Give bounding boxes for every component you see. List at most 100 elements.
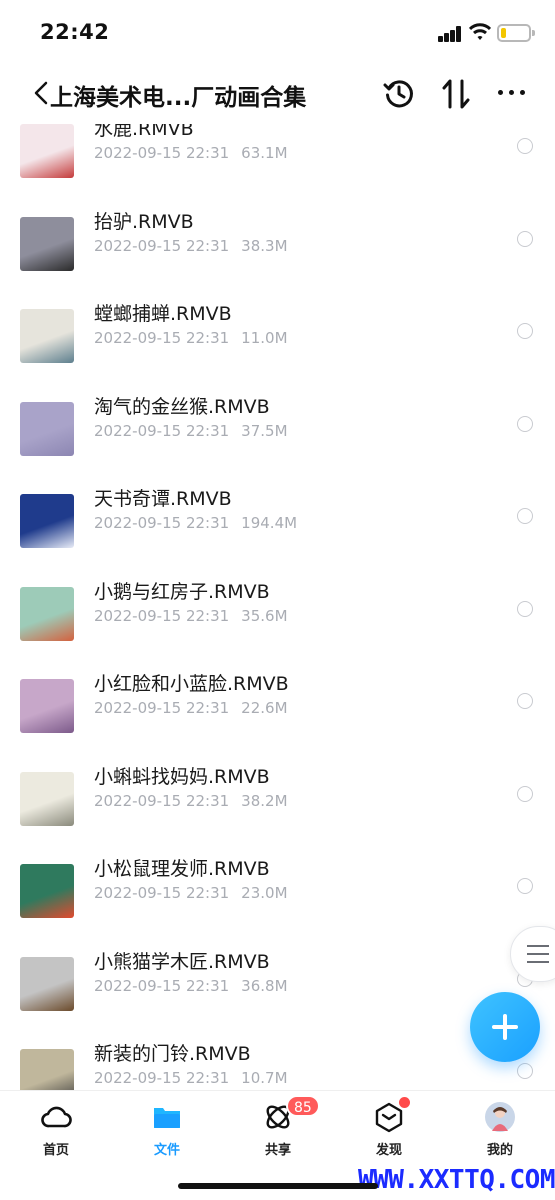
video-thumbnail: [20, 216, 74, 271]
file-list: 水鹿.RMVB 2022-09-15 22:31 63.1M 抬驴.RMVB 2022-…: [0, 124, 555, 1090]
file-date: 2022-09-15 22:31: [94, 329, 230, 347]
video-thumbnail: [20, 679, 74, 733]
select-radio[interactable]: [517, 600, 533, 617]
tab-share[interactable]: 85 共享: [238, 1095, 320, 1158]
tab-discover-label: 发现: [375, 1143, 402, 1158]
file-meta: 2022-09-15 22:31 23.0M: [94, 884, 288, 902]
file-row[interactable]: 水鹿.RMVB 2022-09-15 22:31 63.1M: [0, 124, 555, 196]
video-thumbnail: [20, 956, 74, 1011]
file-size: 38.3M: [241, 236, 288, 255]
file-size: 10.7M: [241, 1069, 288, 1087]
file-meta: 2022-09-15 22:31 63.1M: [94, 144, 288, 162]
video-thumbnail: [20, 309, 74, 363]
page-title: 上海美术电...厂动画合集: [50, 85, 307, 111]
select-radio[interactable]: [517, 1063, 533, 1079]
select-radio[interactable]: [517, 693, 533, 709]
notification-dot: [399, 1097, 410, 1108]
share-badge: 85: [286, 1095, 320, 1117]
file-meta: 2022-09-15 22:31 37.5M: [94, 422, 288, 440]
file-size: 37.5M: [241, 421, 288, 440]
file-meta: 2022-09-15 22:31 194.4M: [94, 514, 297, 532]
tab-mine[interactable]: 我的: [460, 1097, 540, 1158]
file-date: 2022-09-15 22:31: [94, 236, 230, 255]
file-date: 2022-09-15 22:31: [94, 884, 230, 902]
file-meta: 2022-09-15 22:31 11.0M: [94, 329, 288, 347]
file-name: 水鹿.RMVB: [94, 124, 194, 140]
tab-home-label: 首页: [42, 1143, 69, 1158]
file-name: 淘气的金丝猴.RMVB: [94, 395, 270, 418]
tab-share-label: 共享: [264, 1143, 291, 1158]
file-name: 天书奇谭.RMVB: [94, 488, 232, 510]
video-thumbnail: [20, 124, 74, 178]
tab-files-label: 文件: [153, 1143, 180, 1158]
file-date: 2022-09-15 22:31: [94, 606, 230, 625]
file-row[interactable]: 天书奇谭.RMVB 2022-09-15 22:31 194.4M: [0, 474, 555, 566]
select-radio[interactable]: [517, 138, 533, 154]
select-radio[interactable]: [517, 878, 533, 894]
file-row[interactable]: 抬驴.RMVB 2022-09-15 22:31 38.3M: [0, 197, 555, 289]
tab-files[interactable]: 文件: [127, 1097, 207, 1158]
status-bar: 22:42: [0, 0, 555, 62]
cloud-icon: [41, 1106, 72, 1128]
file-name: 抬驴.RMVB: [94, 210, 194, 233]
video-thumbnail: [20, 494, 74, 548]
file-date: 2022-09-15 22:31: [94, 144, 230, 162]
file-date: 2022-09-15 22:31: [94, 514, 230, 532]
status-time: 22:42: [40, 20, 110, 44]
add-button[interactable]: [470, 992, 540, 1062]
file-date: 2022-09-15 22:31: [94, 791, 230, 810]
file-date: 2022-09-15 22:31: [94, 421, 230, 440]
file-name: 小鹅与红房子.RMVB: [94, 580, 270, 603]
file-row[interactable]: 小鹅与红房子.RMVB 2022-09-15 22:31 35.6M: [0, 567, 555, 659]
select-radio[interactable]: [517, 508, 533, 524]
tab-mine-label: 我的: [486, 1143, 513, 1158]
sort-icon[interactable]: [441, 78, 471, 110]
select-radio[interactable]: [517, 415, 533, 432]
file-meta: 2022-09-15 22:31 36.8M: [94, 977, 288, 995]
video-thumbnail: [20, 401, 74, 456]
file-name: 小熊猫学木匠.RMVB: [94, 950, 270, 973]
file-meta: 2022-09-15 22:31 22.6M: [94, 699, 288, 717]
file-row[interactable]: 小红脸和小蓝脸.RMVB 2022-09-15 22:31 22.6M: [0, 659, 555, 751]
signal-icon: [438, 26, 462, 42]
file-size: 11.0M: [241, 329, 288, 347]
file-name: 小红脸和小蓝脸.RMVB: [94, 673, 289, 695]
file-row[interactable]: 小松鼠理发师.RMVB 2022-09-15 22:31 23.0M: [0, 844, 555, 936]
file-row[interactable]: 小蝌蚪找妈妈.RMVB 2022-09-15 22:31 38.2M: [0, 752, 555, 844]
video-thumbnail: [20, 1049, 74, 1090]
tab-discover[interactable]: 发现: [349, 1097, 429, 1158]
history-icon[interactable]: [383, 78, 415, 110]
file-size: 35.6M: [241, 606, 288, 625]
back-arrow-icon[interactable]: [32, 81, 52, 105]
file-row[interactable]: 螳螂捕蝉.RMVB 2022-09-15 22:31 11.0M: [0, 289, 555, 381]
select-radio[interactable]: [517, 323, 533, 339]
file-name: 小蝌蚪找妈妈.RMVB: [94, 765, 270, 788]
tab-home[interactable]: 首页: [16, 1097, 96, 1158]
file-size: 23.0M: [241, 884, 288, 902]
file-size: 63.1M: [241, 144, 288, 162]
video-thumbnail: [20, 771, 74, 826]
file-row[interactable]: 淘气的金丝猴.RMVB 2022-09-15 22:31 37.5M: [0, 382, 555, 474]
video-thumbnail: [20, 864, 74, 918]
file-size: 194.4M: [241, 514, 298, 532]
folder-icon: [154, 1108, 180, 1128]
file-meta: 2022-09-15 22:31 35.6M: [94, 607, 288, 625]
file-meta: 2022-09-15 22:31 38.3M: [94, 237, 288, 255]
video-thumbnail: [20, 586, 74, 641]
select-radio[interactable]: [517, 230, 533, 247]
file-size: 36.8M: [241, 976, 288, 995]
avatar-icon: [485, 1102, 515, 1132]
file-name: 螳螂捕蝉.RMVB: [94, 303, 232, 325]
header: 上海美术电...厂动画合集: [0, 62, 555, 124]
watermark: WWW.XXTTQ.COM: [358, 1165, 555, 1195]
file-meta: 2022-09-15 22:31 10.7M: [94, 1069, 288, 1087]
file-meta: 2022-09-15 22:31 38.2M: [94, 792, 288, 810]
wifi-icon: [469, 23, 491, 40]
file-date: 2022-09-15 22:31: [94, 1069, 230, 1087]
file-date: 2022-09-15 22:31: [94, 976, 230, 995]
file-name: 小松鼠理发师.RMVB: [94, 858, 270, 880]
select-radio[interactable]: [517, 785, 533, 802]
more-icon[interactable]: [496, 90, 528, 98]
file-date: 2022-09-15 22:31: [94, 699, 230, 717]
battery-icon: [497, 24, 535, 42]
